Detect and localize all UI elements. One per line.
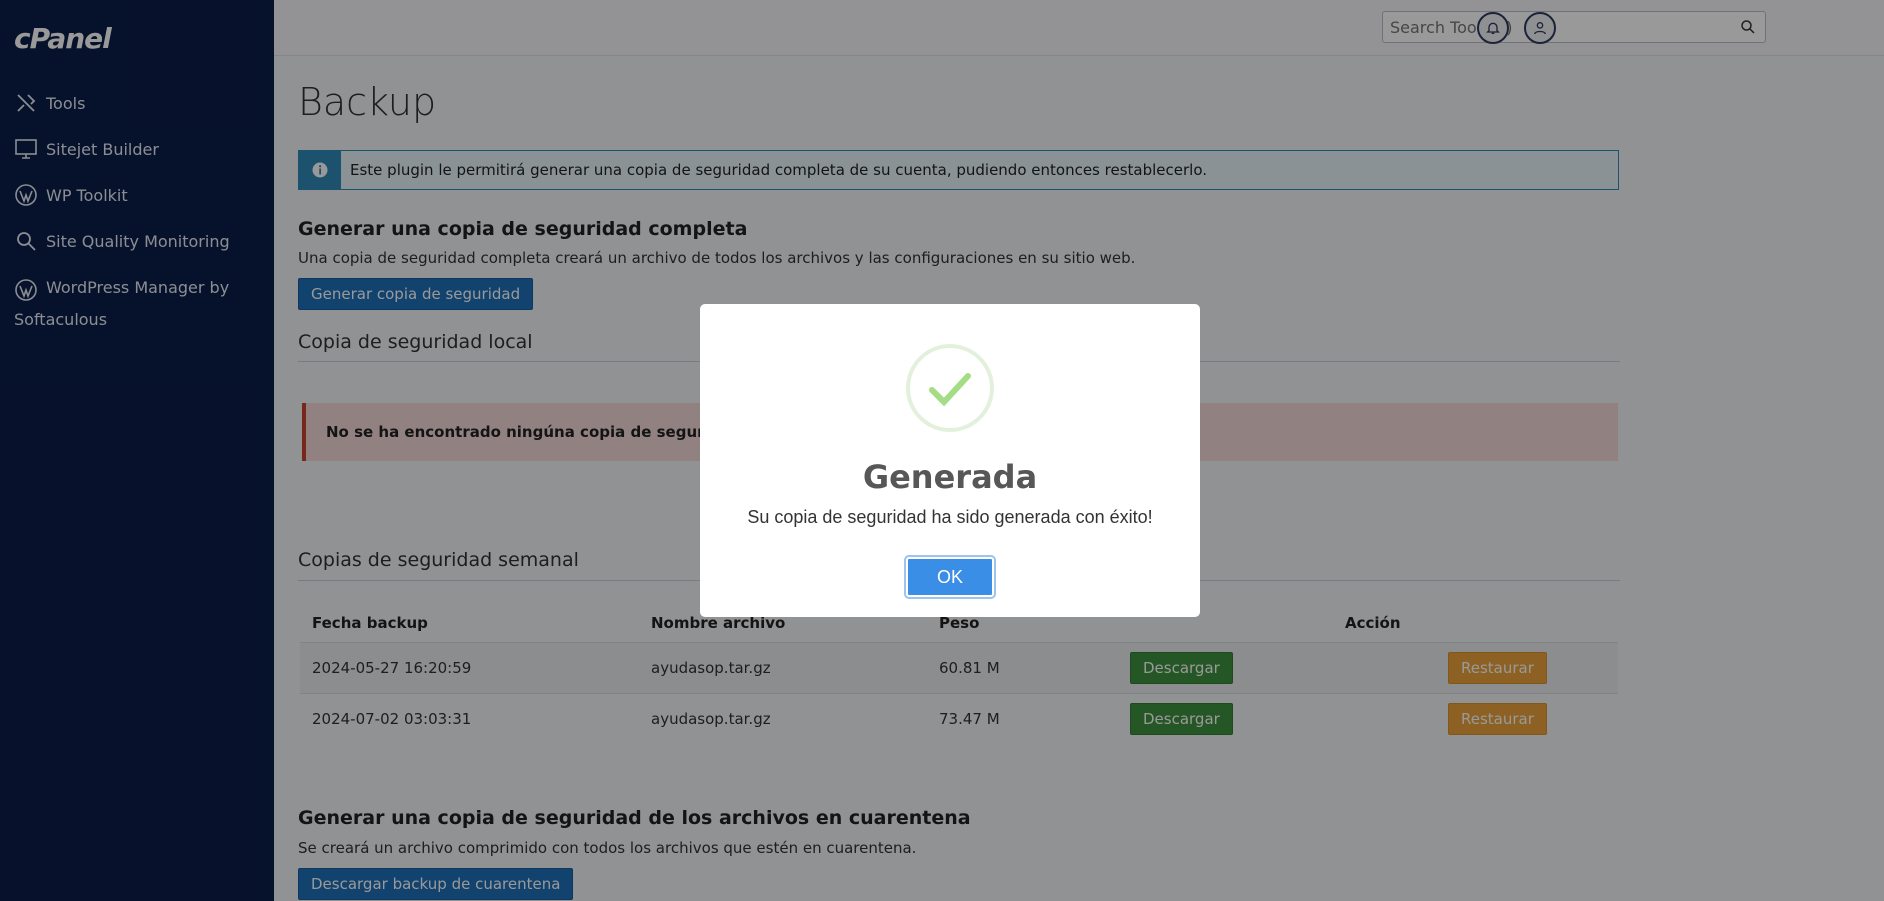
- success-check-icon: [906, 344, 994, 432]
- ok-button[interactable]: OK: [904, 555, 996, 599]
- dialog-title: Generada: [862, 458, 1038, 496]
- modal-overlay[interactable]: Generada Su copia de seguridad ha sido g…: [0, 0, 1884, 901]
- checkmark-icon: [929, 373, 971, 407]
- dialog-message: Su copia de seguridad ha sido generada c…: [747, 507, 1153, 527]
- success-dialog: Generada Su copia de seguridad ha sido g…: [700, 304, 1200, 617]
